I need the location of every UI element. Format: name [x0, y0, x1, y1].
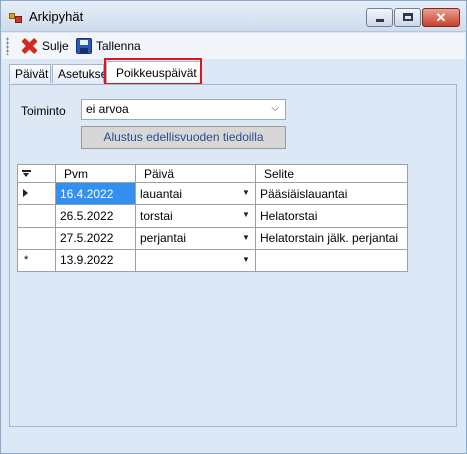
minimize-button[interactable] [366, 8, 393, 27]
close-button-label: Sulje [42, 39, 69, 53]
cell-pvm[interactable]: 27.5.2022 [55, 226, 136, 250]
cell-paiva-value: perjantai [140, 231, 187, 246]
action-label: Toiminto [21, 104, 66, 118]
table-row[interactable]: 16.4.2022 lauantai ▼ Pääsiäislauantai [17, 182, 408, 206]
exceptions-grid: Pvm Päivä Selite 16.4.2022 lauantai ▼ Pää… [17, 163, 408, 273]
grid-corner-header[interactable] [17, 163, 56, 184]
app-window: Arkipyhät ✕ Sulje Tallenna Päivät Asetuk… [0, 0, 467, 454]
column-header-pvm[interactable]: Pvm [55, 163, 136, 184]
cell-pvm[interactable]: 16.4.2022 [55, 182, 136, 206]
cell-paiva[interactable]: torstai ▼ [135, 204, 256, 228]
action-select-value: ei arvoa [86, 102, 129, 116]
table-row[interactable]: 27.5.2022 perjantai ▼ Helatorstain jälk. … [17, 226, 408, 250]
title-bar[interactable]: Arkipyhät ✕ [1, 1, 466, 32]
cell-selite[interactable]: Pääsiäislauantai [255, 182, 408, 206]
cell-paiva[interactable]: ▼ [135, 248, 256, 273]
close-icon: ✕ [435, 10, 447, 25]
grid-header-row: Pvm Päivä Selite [17, 163, 408, 184]
minimize-icon [376, 19, 384, 22]
tab-strip: Päivät Asetukset Poikkeuspäivät [2, 60, 465, 84]
cell-pvm[interactable]: 13.9.2022 [55, 248, 136, 273]
dropdown-arrow-icon[interactable]: ▼ [237, 228, 255, 248]
window-close-button[interactable]: ✕ [422, 8, 460, 27]
floppy-disk-icon [76, 38, 92, 54]
current-row-arrow-icon [23, 189, 28, 198]
close-button[interactable]: Sulje [20, 37, 69, 55]
app-icon [9, 11, 23, 23]
row-header[interactable] [17, 204, 56, 228]
cell-paiva[interactable]: perjantai ▼ [135, 226, 256, 250]
init-from-previous-year-button[interactable]: Alustus edellisvuoden tiedoilla [81, 126, 286, 149]
row-header[interactable] [17, 182, 56, 206]
cell-paiva-value: torstai [140, 208, 173, 223]
new-table-row[interactable]: * 13.9.2022 ▼ [17, 248, 408, 273]
row-header[interactable]: * [17, 248, 56, 273]
save-button-label: Tallenna [96, 39, 141, 53]
dropdown-arrow-icon[interactable]: ▼ [237, 250, 255, 270]
toolbar-grip[interactable] [6, 37, 9, 55]
cell-paiva-value: lauantai [140, 186, 183, 201]
maximize-button[interactable] [394, 8, 421, 27]
maximize-icon [403, 13, 413, 21]
cell-pvm[interactable]: 26.5.2022 [55, 204, 136, 228]
table-row[interactable]: 26.5.2022 torstai ▼ Helatorstai [17, 204, 408, 228]
tab-paivat[interactable]: Päivät [9, 64, 51, 83]
cell-selite[interactable] [255, 248, 408, 273]
column-header-paiva[interactable]: Päivä [135, 163, 256, 184]
column-header-selite[interactable]: Selite [255, 163, 408, 184]
window-title: Arkipyhät [29, 9, 84, 24]
dropdown-arrow-icon[interactable]: ▼ [237, 184, 255, 204]
action-select[interactable]: ei arvoa ⌵ [81, 99, 286, 120]
cell-selite[interactable]: Helatorstain jälk. perjantai [255, 226, 408, 250]
toolbar: Sulje Tallenna [2, 33, 465, 59]
cell-selite[interactable]: Helatorstai [255, 204, 408, 228]
red-x-icon [20, 37, 38, 55]
tab-highlight-box [104, 58, 202, 85]
save-button[interactable]: Tallenna [76, 37, 141, 55]
row-header[interactable] [17, 226, 56, 250]
dropdown-arrow-icon[interactable]: ▼ [237, 206, 255, 226]
tab-asetukset[interactable]: Asetukset [52, 64, 111, 83]
cell-paiva[interactable]: lauantai ▼ [135, 182, 256, 206]
chevron-down-icon: ⌵ [271, 103, 279, 114]
new-row-marker: * [24, 253, 29, 266]
filter-icon [22, 170, 31, 177]
